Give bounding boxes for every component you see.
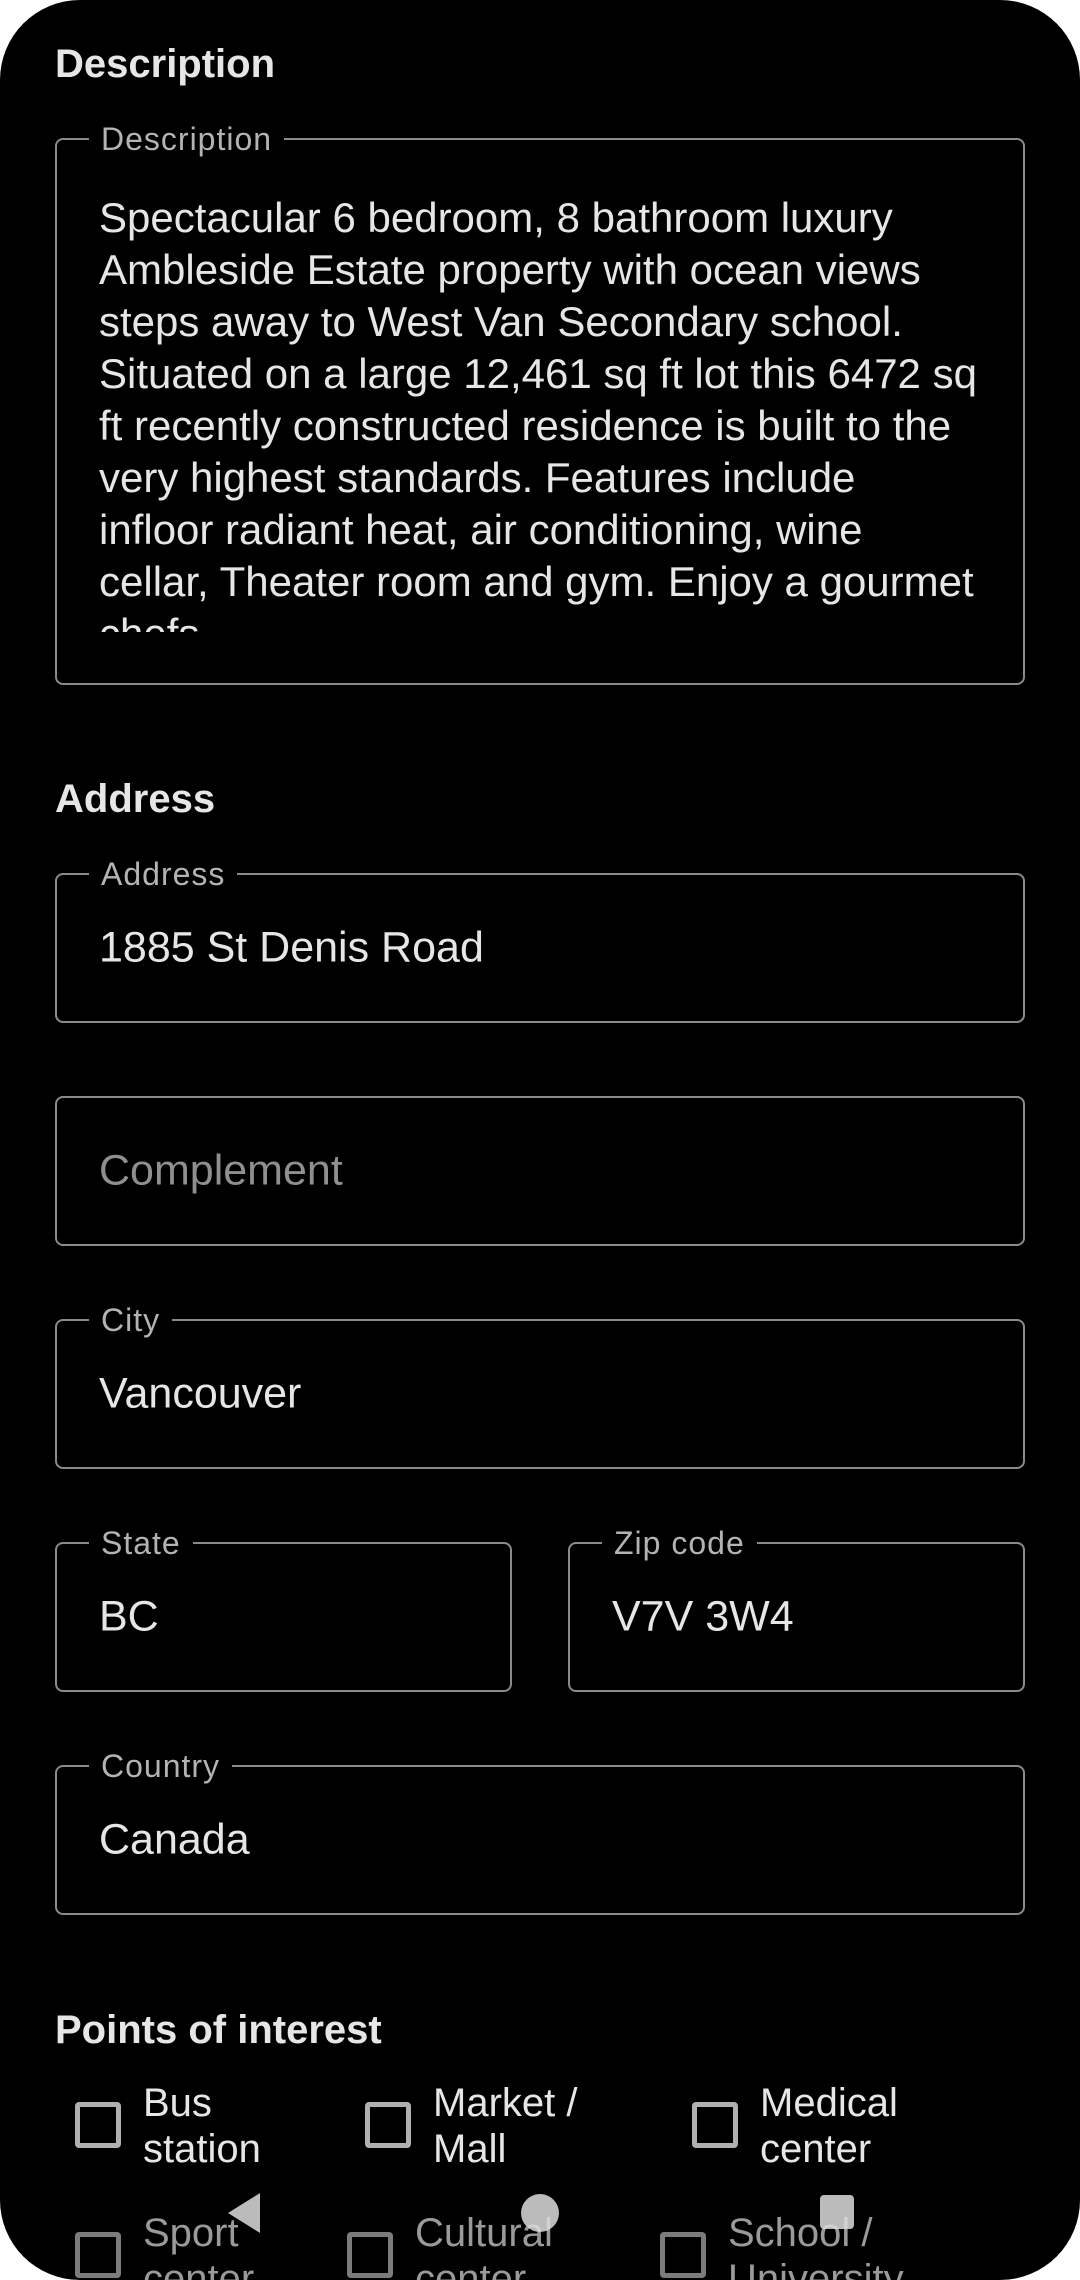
city-field-label: City: [89, 1302, 173, 1338]
description-field[interactable]: Description Spectacular 6 bedroom, 8 bat…: [55, 121, 1025, 685]
address-field[interactable]: Address 1885 St Denis Road: [55, 856, 1025, 1023]
poi-label: Bus station: [143, 2081, 261, 2171]
state-value[interactable]: BC: [99, 1593, 159, 1642]
poi-checkbox-market-mall[interactable]: Market / Mall: [365, 2080, 613, 2172]
address-value[interactable]: 1885 St Denis Road: [99, 924, 484, 973]
system-navigation-bar: [0, 2185, 1080, 2245]
address-section-title: Address: [55, 777, 216, 821]
recents-square-icon[interactable]: [820, 2195, 854, 2229]
zip-code-field[interactable]: Zip code V7V 3W4: [568, 1525, 1025, 1692]
description-field-label: Description: [89, 121, 285, 157]
complement-field[interactable]: Complement: [55, 1096, 1025, 1246]
poi-checkbox-bus-station[interactable]: Bus station: [75, 2080, 323, 2172]
complement-placeholder[interactable]: Complement: [99, 1147, 343, 1196]
country-field[interactable]: Country Canada: [55, 1748, 1025, 1915]
description-text[interactable]: Spectacular 6 bedroom, 8 bathroom luxury…: [99, 192, 981, 632]
poi-checkbox-medical-center[interactable]: Medical center: [692, 2080, 940, 2172]
checkbox-icon[interactable]: [75, 2102, 121, 2148]
checkbox-icon[interactable]: [692, 2102, 738, 2148]
city-field[interactable]: City Vancouver: [55, 1302, 1025, 1469]
state-field-label: State: [89, 1525, 193, 1561]
state-field[interactable]: State BC: [55, 1525, 512, 1692]
city-value[interactable]: Vancouver: [99, 1370, 301, 1419]
country-field-label: Country: [89, 1748, 233, 1784]
description-section-title: Description: [55, 42, 276, 86]
poi-label: Medical center: [760, 2081, 898, 2171]
zip-code-field-label: Zip code: [602, 1525, 757, 1561]
app-screen: Description Description Spectacular 6 be…: [0, 0, 1080, 2280]
home-circle-icon[interactable]: [521, 2194, 559, 2232]
checkbox-icon[interactable]: [365, 2102, 411, 2148]
back-triangle-icon[interactable]: [228, 2193, 260, 2233]
poi-section-title: Points of interest: [55, 2008, 382, 2052]
zip-code-value[interactable]: V7V 3W4: [612, 1593, 794, 1642]
poi-label: Market / Mall: [433, 2081, 578, 2171]
address-field-label: Address: [89, 856, 238, 892]
country-value[interactable]: Canada: [99, 1816, 250, 1865]
